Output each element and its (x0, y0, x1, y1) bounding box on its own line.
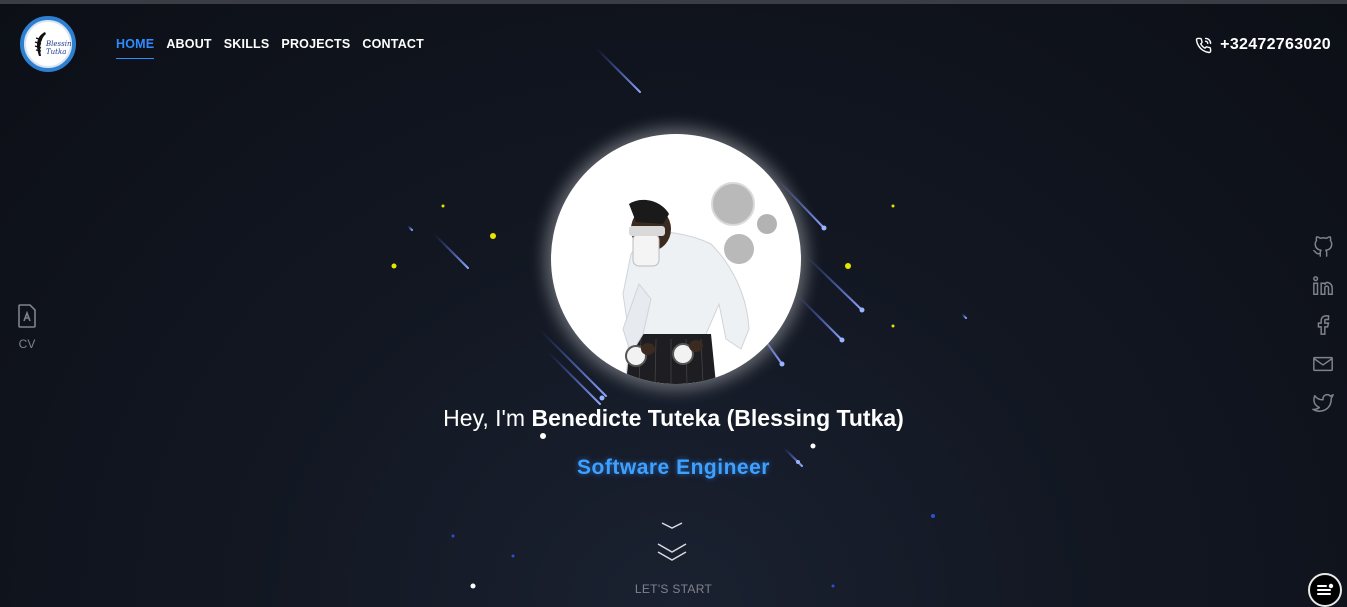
greeting-prefix: Hey, I'm (443, 405, 532, 431)
phone-number: +32472763020 (1220, 36, 1331, 53)
hero-name: Benedicte Tuteka (Blessing Tutka) (531, 405, 904, 431)
document-icon (18, 304, 36, 328)
logo-text: Blessing Tutka (46, 40, 76, 56)
linkedin-icon[interactable] (1312, 275, 1334, 297)
nav-projects[interactable]: PROJECTS (281, 37, 350, 59)
scroll-down-icon[interactable] (650, 520, 694, 568)
menu-icon (1317, 583, 1334, 595)
logo-text-line2: Tutka (46, 48, 67, 56)
hero-greeting: Hey, I'm Benedicte Tuteka (Blessing Tutk… (0, 405, 1347, 432)
hero-role: Software Engineer (577, 456, 770, 479)
cv-download[interactable]: CV (16, 304, 38, 351)
github-icon[interactable] (1312, 236, 1334, 258)
phone-contact[interactable]: +32472763020 (1195, 36, 1331, 54)
facebook-icon[interactable] (1312, 314, 1334, 336)
lets-start-link[interactable]: LET'S START (0, 582, 1347, 596)
mail-icon[interactable] (1312, 353, 1334, 375)
wing-icon (34, 32, 46, 56)
floating-menu-button[interactable] (1308, 573, 1342, 607)
nav-about[interactable]: ABOUT (166, 37, 211, 59)
nav-home[interactable]: HOME (116, 37, 155, 59)
main-nav: HOME ABOUT SKILLS PROJECTS CONTACT (116, 37, 424, 59)
phone-icon (1195, 37, 1212, 53)
logo-text-line1: Blessing (46, 40, 76, 48)
profile-illustration (622, 182, 777, 384)
social-links (1312, 236, 1334, 414)
profile-avatar (551, 134, 801, 384)
cv-label: CV (18, 337, 36, 351)
site-logo[interactable]: Blessing Tutka (20, 16, 76, 72)
nav-contact[interactable]: CONTACT (362, 37, 424, 59)
nav-skills[interactable]: SKILLS (224, 37, 270, 59)
